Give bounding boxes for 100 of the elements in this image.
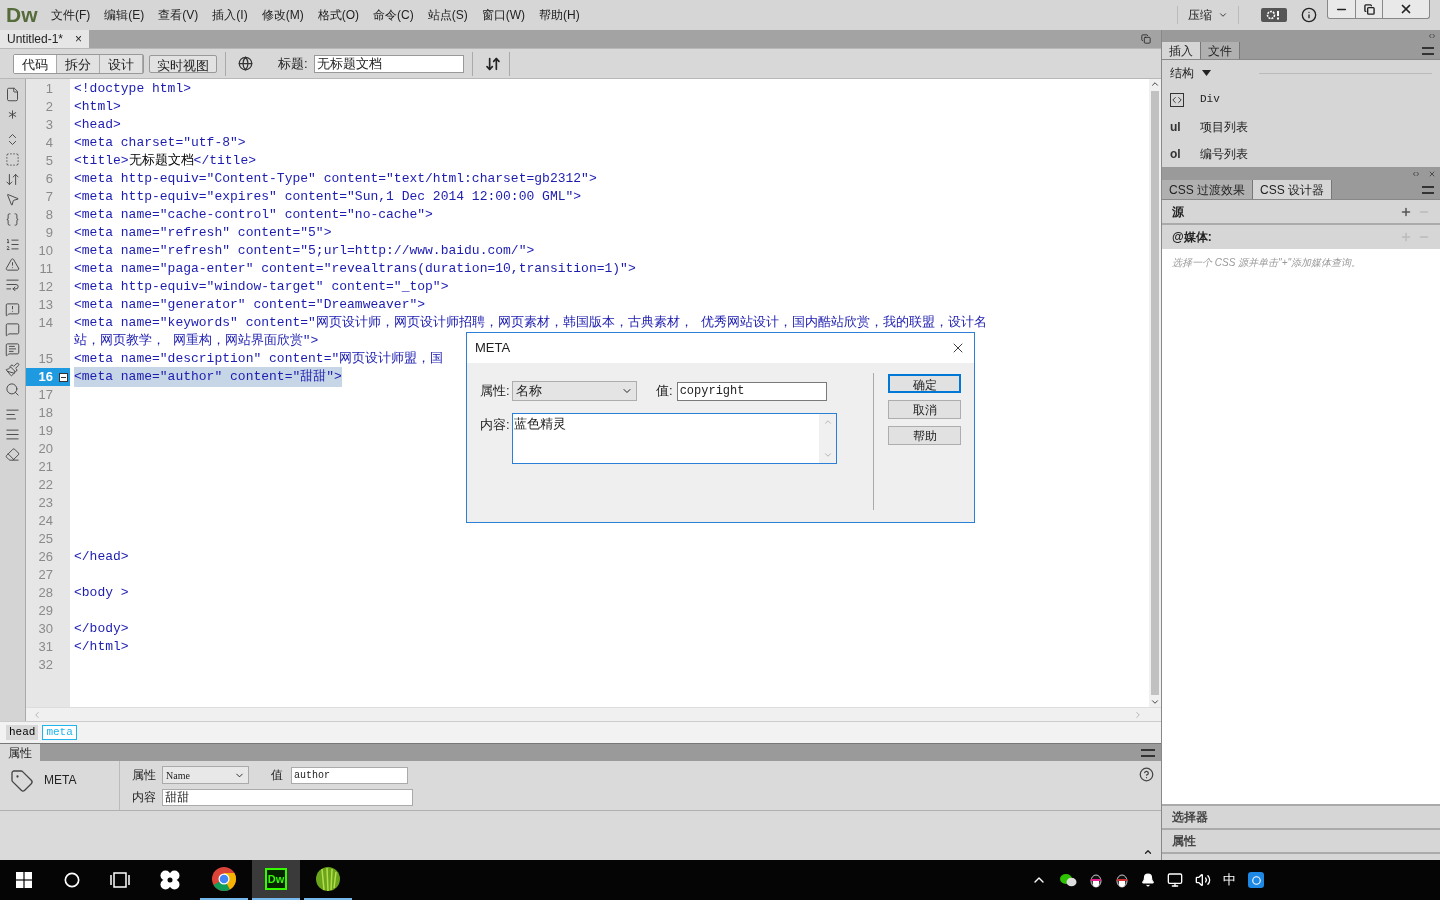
section-header: 源 [1172, 203, 1184, 221]
gear-alert-icon[interactable] [1261, 8, 1287, 22]
pointer-icon[interactable] [5, 192, 20, 207]
value-field[interactable]: copyright [676, 381, 827, 401]
add-icon[interactable] [1400, 205, 1412, 218]
windows-icon [16, 872, 32, 888]
menu-item[interactable]: 窗口(W) [474, 6, 532, 24]
input-method-indicator[interactable]: 中 [1223, 870, 1236, 890]
globe-icon[interactable] [238, 56, 253, 71]
notification-icon[interactable] [1141, 873, 1155, 887]
volume-icon[interactable] [1195, 872, 1211, 888]
menu-item[interactable]: 修改(M) [254, 6, 311, 24]
braces-icon[interactable] [5, 212, 20, 227]
content-field[interactable]: 甜甜 [162, 788, 413, 806]
view-tab[interactable]: 实时视图 [149, 54, 217, 73]
document-tab[interactable]: Untitled-1* × [0, 30, 90, 48]
menu-item[interactable]: 站点(S) [420, 6, 475, 24]
insert-item-label: 编号列表 [1200, 145, 1248, 163]
insert-item[interactable]: ol 编号列表 [1170, 140, 1432, 167]
scroll-down-icon[interactable] [1150, 697, 1160, 707]
menu-item[interactable]: 帮助(H) [532, 6, 587, 24]
menu-item[interactable]: 文件(F) [44, 6, 98, 24]
arrows-icon[interactable] [5, 172, 20, 187]
menu-item[interactable]: 插入(I) [205, 6, 255, 24]
attribute-select[interactable]: Name [162, 766, 249, 784]
properties-tab[interactable]: 属性 [0, 744, 40, 761]
collapse-icon[interactable] [1143, 847, 1153, 857]
eraser-icon[interactable] [5, 447, 20, 462]
attribute-label: 属性 [132, 767, 156, 784]
tab-close-button[interactable]: × [75, 30, 83, 48]
value-field[interactable]: author [291, 766, 408, 784]
brush-icon[interactable] [5, 362, 20, 377]
panel-tab[interactable]: 文件 [1201, 42, 1240, 59]
circle-icon [64, 872, 80, 888]
comment-warning-icon[interactable] [5, 302, 20, 317]
line-number: 23 [37, 494, 53, 513]
line-number: 9 [44, 224, 53, 243]
insert-item-label: 项目列表 [1200, 118, 1248, 136]
info-icon[interactable] [1301, 7, 1317, 23]
network-icon[interactable] [1167, 872, 1183, 888]
line-number: 19 [37, 422, 53, 441]
value-label: 值 [271, 767, 283, 784]
code-line: <meta name="refresh" content="5"> [74, 224, 332, 243]
code-line: 站，网页教学， 网重构，网站界面欣赏"> [74, 332, 319, 351]
panel-tab[interactable]: 插入 [1162, 42, 1201, 59]
vertical-scrollbar[interactable] [1149, 79, 1161, 707]
panel-menu-icon[interactable] [1422, 186, 1434, 194]
help-icon[interactable] [1139, 767, 1154, 782]
warning-icon[interactable] [5, 257, 20, 272]
dialog-button[interactable]: 帮助 [888, 426, 961, 445]
code-line: </body> [74, 620, 129, 639]
dialog-button[interactable]: 确定 [888, 374, 961, 393]
title-label: 标题: [278, 54, 308, 73]
document-icon[interactable] [5, 87, 20, 102]
comment-icon[interactable] [5, 322, 20, 337]
insert-item[interactable]: ul 项目列表 [1170, 113, 1432, 140]
comment-text-icon[interactable] [5, 342, 20, 357]
fold-icon[interactable] [59, 372, 68, 382]
tag-selector-item[interactable]: head [6, 725, 39, 740]
dialog-button[interactable]: 取消 [888, 400, 961, 419]
restore-icon[interactable] [1141, 34, 1151, 44]
line-number: 28 [37, 584, 53, 603]
panel-tab[interactable]: CSS 过渡效果 [1162, 180, 1253, 199]
view-tab[interactable]: 设计 [100, 54, 143, 73]
menu-item[interactable]: 查看(V) [151, 6, 206, 24]
title-field[interactable]: 无标题文档 [313, 54, 464, 73]
search-icon[interactable] [5, 382, 20, 397]
message-app-icon[interactable] [1248, 872, 1264, 888]
panel-menu-icon[interactable] [1422, 47, 1434, 55]
chat-icon[interactable] [1059, 873, 1077, 887]
indent-icon[interactable] [5, 407, 20, 422]
wrap-icon[interactable] [5, 277, 20, 292]
penguin-icon[interactable] [1115, 872, 1129, 888]
code-line: </head> [74, 548, 129, 567]
numbered-list-icon[interactable] [5, 237, 20, 252]
line-number: 6 [44, 170, 53, 189]
menu-item[interactable]: 格式(O) [310, 6, 366, 24]
insert-item[interactable]: Div [1170, 86, 1432, 113]
sort-icon[interactable] [484, 55, 501, 72]
code-line: <meta name="generator" content="Dreamweaver"> [74, 296, 426, 315]
scroll-up-icon[interactable] [1150, 79, 1160, 89]
panel-menu-icon[interactable] [1141, 749, 1155, 757]
taskbar-app[interactable]: Dw [252, 860, 300, 900]
restore-icon [1363, 3, 1375, 15]
circle-icon [1251, 875, 1261, 885]
code-line: <meta name="paga-enter" content="revealtrans(duration=10,transition=1)"> [74, 260, 636, 279]
workspace-switcher[interactable]: 压缩 [1177, 6, 1239, 24]
category-dropdown[interactable]: 结构 [1170, 64, 1211, 82]
attribute-select[interactable]: 名称 [512, 381, 637, 401]
menu-item[interactable]: 命令(C) [366, 6, 421, 24]
panel-tab[interactable]: CSS 设计器 [1253, 180, 1333, 199]
line-number: 1 [44, 80, 53, 99]
outdent-icon[interactable] [5, 427, 20, 442]
line-number: 20 [37, 440, 53, 459]
view-tab[interactable]: 拆分 [57, 54, 100, 73]
line-number: 7 [44, 188, 53, 207]
value-label: 值: [656, 382, 673, 401]
penguin-icon[interactable] [1089, 872, 1103, 888]
menu-item[interactable]: 编辑(E) [97, 6, 152, 24]
view-tab[interactable]: 代码 [14, 54, 57, 73]
